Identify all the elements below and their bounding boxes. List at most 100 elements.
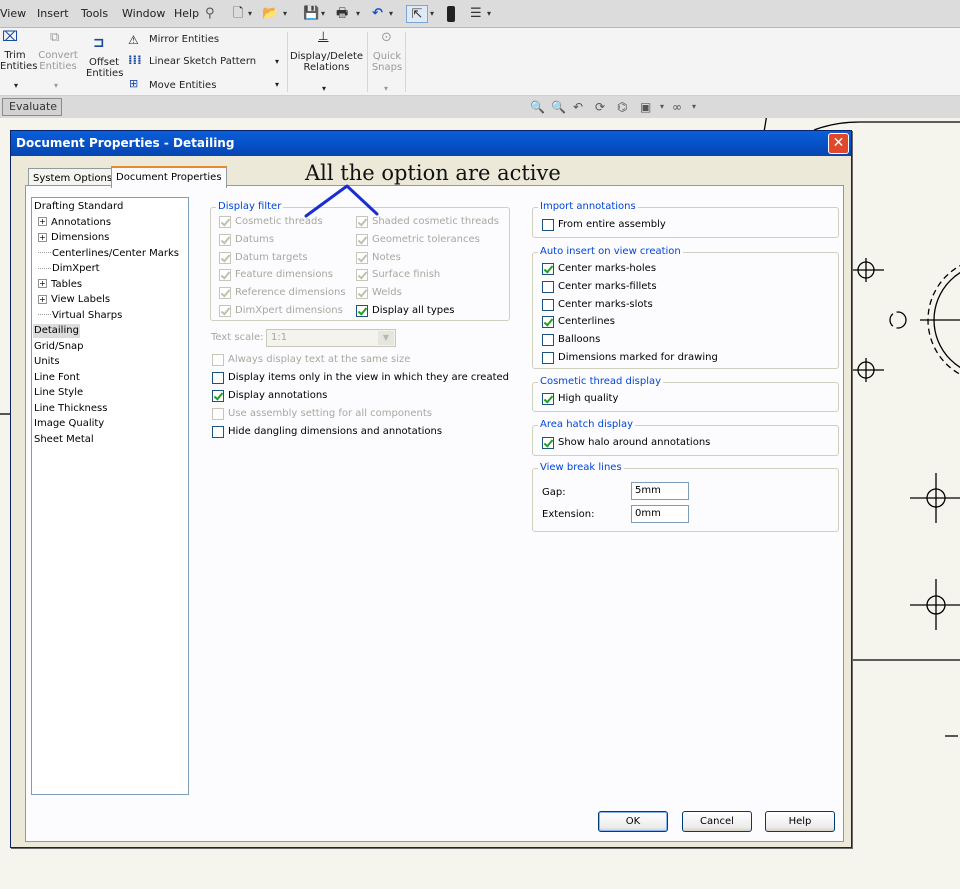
menu-view[interactable]: View xyxy=(0,7,26,20)
checkbox-box[interactable] xyxy=(212,372,224,384)
chevron-down-icon[interactable]: ▾ xyxy=(275,57,279,66)
convert-entities-button[interactable]: Convert Entities xyxy=(37,50,79,72)
trim-icon[interactable]: ⌧ xyxy=(2,30,18,44)
hide-dangling-dimensions-and-annotations-checkbox[interactable]: Hide dangling dimensions and annotations xyxy=(212,426,442,438)
move-entities-button[interactable]: Move Entities xyxy=(149,80,216,91)
checkbox-box[interactable] xyxy=(356,305,368,317)
new-document-icon[interactable]: 🗋 xyxy=(233,5,243,23)
show-halo-around-annotations-checkbox[interactable]: Show halo around annotations xyxy=(542,437,710,449)
checkbox-box[interactable] xyxy=(542,393,554,405)
select-pointer-icon[interactable]: ⇱ xyxy=(406,5,428,23)
checkbox-box[interactable] xyxy=(542,263,554,275)
save-icon[interactable]: 💾 xyxy=(303,5,319,23)
zoom-to-fit-icon[interactable]: 🔍 xyxy=(530,100,545,114)
text-scale-select[interactable]: 1:1 ▼ xyxy=(266,329,396,347)
tree-item-units[interactable]: Units xyxy=(33,355,61,369)
previous-view-icon[interactable]: ↶ xyxy=(573,100,583,114)
evaluate-tab[interactable]: Evaluate xyxy=(2,98,62,116)
trim-entities-button[interactable]: Trim Entities xyxy=(0,50,37,72)
balloons-checkbox[interactable]: Balloons xyxy=(542,334,600,347)
chevron-down-icon[interactable]: ▾ xyxy=(660,102,664,111)
view-orientation-icon[interactable]: ⌬ xyxy=(617,100,627,114)
center-marks-holes-checkbox[interactable]: Center marks-holes xyxy=(542,263,656,275)
feature-dimensions-checkbox[interactable]: Feature dimensions xyxy=(219,269,333,282)
dimxpert-dimensions-checkbox[interactable]: DimXpert dimensions xyxy=(219,305,343,317)
tree-item-line-style[interactable]: Line Style xyxy=(33,386,84,400)
checkbox-box[interactable] xyxy=(542,334,554,347)
traffic-light-icon[interactable] xyxy=(447,6,455,22)
checkbox-box[interactable] xyxy=(542,280,554,293)
display-delete-relations-button[interactable]: Display/Delete Relations xyxy=(289,51,364,73)
checkbox-box[interactable] xyxy=(212,354,224,366)
tree-item-dimensions[interactable]: + Dimensions xyxy=(37,231,110,245)
tree-item-tables[interactable]: + Tables xyxy=(37,278,83,292)
expand-icon[interactable]: + xyxy=(38,217,47,226)
checkbox-box[interactable] xyxy=(356,287,368,300)
undo-icon[interactable]: ↶ xyxy=(372,5,383,23)
help-button[interactable]: Help xyxy=(765,811,835,832)
pin-icon[interactable]: ⚲ xyxy=(205,5,215,23)
menu-insert[interactable]: Insert xyxy=(37,7,69,20)
chevron-down-icon[interactable]: ▾ xyxy=(14,80,18,91)
checkbox-box[interactable] xyxy=(542,316,554,329)
chevron-down-icon[interactable]: ▾ xyxy=(283,5,287,23)
chevron-down-icon[interactable]: ▾ xyxy=(692,102,696,111)
checkbox-box[interactable] xyxy=(542,219,554,231)
tree-item-drafting-standard[interactable]: Drafting Standard xyxy=(33,200,124,214)
tree-item-sheet-metal[interactable]: Sheet Metal xyxy=(33,433,95,447)
checkbox-box[interactable] xyxy=(542,437,554,449)
always-display-text-at-the-same-size-checkbox[interactable]: Always display text at the same size xyxy=(212,354,410,366)
expand-icon[interactable]: + xyxy=(38,279,47,288)
notes-checkbox[interactable]: Notes xyxy=(356,251,401,264)
zoom-area-icon[interactable]: 🔍 xyxy=(551,100,566,114)
welds-checkbox[interactable]: Welds xyxy=(356,287,402,300)
datums-checkbox[interactable]: Datums xyxy=(219,233,274,246)
checkbox-box[interactable] xyxy=(219,233,231,246)
extension-input[interactable]: 0mm xyxy=(631,505,689,523)
checkbox-box[interactable] xyxy=(219,305,231,317)
menu-window[interactable]: Window xyxy=(122,7,165,20)
from-entire-assembly-checkbox[interactable]: From entire assembly xyxy=(542,219,666,231)
reference-dimensions-checkbox[interactable]: Reference dimensions xyxy=(219,287,346,300)
tree-item-annotations[interactable]: + Annotations xyxy=(37,216,112,230)
cancel-button[interactable]: Cancel xyxy=(682,811,752,832)
display-all-types-checkbox[interactable]: Display all types xyxy=(356,305,454,317)
rotate-view-icon[interactable]: ⟳ xyxy=(595,100,605,114)
display-items-only-in-the-view-in-which-they-are-created-checkbox[interactable]: Display items only in the view in which … xyxy=(212,372,509,384)
tree-item-detailing[interactable]: Detailing xyxy=(33,324,80,338)
ok-button[interactable]: OK xyxy=(598,811,668,832)
checkbox-box[interactable] xyxy=(356,269,368,282)
expand-icon[interactable]: + xyxy=(38,294,47,304)
options-tree[interactable]: Drafting Standard + Annotations + Dimensions… xyxy=(31,197,189,795)
chevron-down-icon[interactable]: ▾ xyxy=(322,83,326,94)
chevron-down-icon[interactable]: ▾ xyxy=(356,5,360,23)
options-list-icon[interactable]: ☰ xyxy=(470,5,482,23)
surface-finish-checkbox[interactable]: Surface finish xyxy=(356,269,440,282)
close-icon[interactable]: ✕ xyxy=(828,133,849,154)
menu-tools[interactable]: Tools xyxy=(81,7,108,20)
checkbox-box[interactable] xyxy=(212,408,224,420)
tree-item-centerlines-center-marks[interactable]: Centerlines/Center Marks xyxy=(37,247,180,261)
display-annotations-checkbox[interactable]: Display annotations xyxy=(212,390,327,402)
tree-item-view-labels[interactable]: + View Labels xyxy=(37,293,111,307)
chevron-down-icon[interactable]: ▾ xyxy=(248,5,252,23)
offset-entities-button[interactable]: Offset Entities xyxy=(86,57,123,79)
center-marks-slots-checkbox[interactable]: Center marks-slots xyxy=(542,298,653,311)
gap-input[interactable]: 5mm xyxy=(631,482,689,500)
checkbox-box[interactable] xyxy=(356,233,368,246)
quick-snaps-button[interactable]: Quick Snaps xyxy=(369,51,405,73)
chevron-down-icon[interactable]: ▾ xyxy=(487,5,491,23)
menu-help[interactable]: Help xyxy=(174,7,199,20)
checkbox-box[interactable] xyxy=(219,269,231,282)
checkbox-box[interactable] xyxy=(212,426,224,438)
tree-item-line-thickness[interactable]: Line Thickness xyxy=(33,402,108,416)
high-quality-checkbox[interactable]: High quality xyxy=(542,393,618,405)
open-folder-icon[interactable]: 📂 xyxy=(262,5,278,23)
checkbox-box[interactable] xyxy=(219,216,231,228)
linear-sketch-pattern-button[interactable]: Linear Sketch Pattern xyxy=(149,56,256,67)
tree-item-line-font[interactable]: Line Font xyxy=(33,371,81,385)
tree-item-virtual-sharps[interactable]: Virtual Sharps xyxy=(37,309,123,323)
centerlines-checkbox[interactable]: Centerlines xyxy=(542,316,615,329)
geometric-tolerances-checkbox[interactable]: Geometric tolerances xyxy=(356,233,480,246)
offset-entities-icon[interactable]: ⊐ xyxy=(93,36,105,50)
